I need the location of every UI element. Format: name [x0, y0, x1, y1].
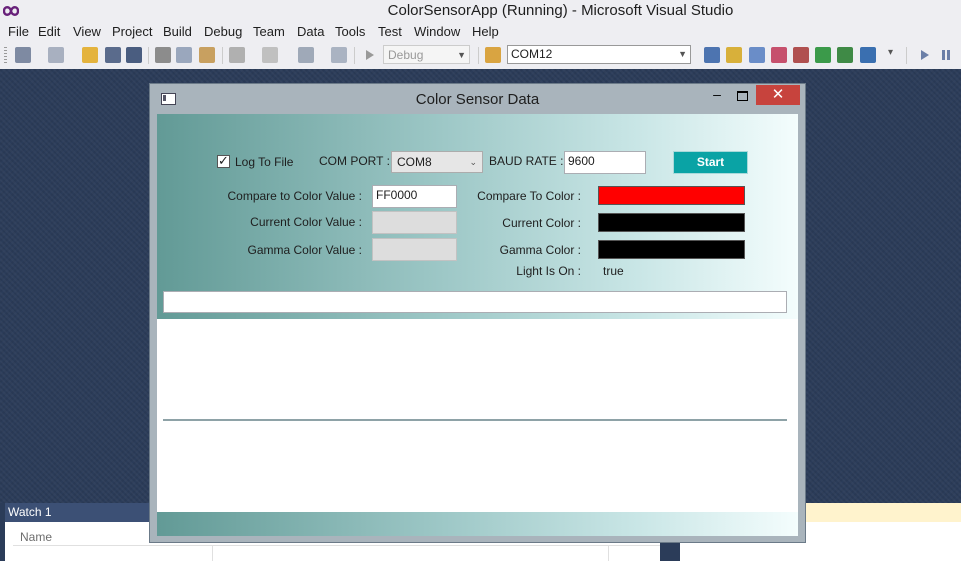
gamma-color-value-input[interactable] [372, 238, 457, 261]
start-button[interactable]: Start [673, 151, 748, 174]
toolbar-separator [906, 47, 907, 64]
app-title-bar[interactable]: Color Sensor Data – ✕ [150, 84, 805, 113]
vs-title-bar: ColorSensorApp (Running) - Microsoft Vis… [0, 0, 961, 22]
toolbar-separator [354, 47, 355, 64]
properties-icon[interactable] [726, 47, 742, 63]
toolbar-overflow-icon[interactable]: ▾ [888, 47, 896, 63]
watch-column-name[interactable]: Name [20, 530, 52, 544]
baud-rate-input[interactable]: 9600 [564, 151, 646, 174]
gamma-color-label: Gamma Color : [499, 243, 581, 257]
cut-icon[interactable] [155, 47, 171, 63]
team-explorer-icon[interactable] [771, 47, 787, 63]
add-item-icon[interactable] [48, 47, 64, 63]
log-to-file-label[interactable]: Log To File [235, 155, 293, 169]
menu-help[interactable]: Help [472, 24, 499, 39]
light-is-on-label: Light Is On : [516, 264, 581, 278]
color-sensor-window: Color Sensor Data – ✕ Log To File COM PO… [149, 83, 806, 543]
current-color-value-input[interactable] [372, 211, 457, 234]
menu-debug[interactable]: Debug [204, 24, 242, 39]
app-client-area: Log To File COM PORT : COM8 ⌄ BAUD RATE … [157, 114, 798, 536]
maximize-icon [737, 91, 748, 101]
navigate-back-icon[interactable] [298, 47, 314, 63]
copy-icon[interactable] [176, 47, 192, 63]
save-icon[interactable] [105, 47, 121, 63]
solution-configuration-value: Debug [388, 48, 424, 62]
com-port-label: COM PORT : [319, 154, 390, 168]
chevron-down-icon: ▼ [678, 49, 687, 59]
baud-rate-label: BAUD RATE : [489, 154, 564, 168]
current-color-label: Current Color : [502, 216, 581, 230]
com-port-value: COM8 [397, 155, 432, 169]
menu-tools[interactable]: Tools [335, 24, 365, 39]
compare-color-value-label: Compare to Color Value : [227, 189, 362, 203]
compare-to-color-swatch [598, 186, 745, 205]
chevron-down-icon: ⌄ [469, 157, 477, 167]
menu-data[interactable]: Data [297, 24, 324, 39]
solution-explorer-icon[interactable] [704, 47, 720, 63]
menu-window[interactable]: Window [414, 24, 460, 39]
paste-icon[interactable] [199, 47, 215, 63]
class-view-icon[interactable] [837, 47, 853, 63]
start-icon[interactable] [362, 47, 378, 63]
toolbar-separator [478, 47, 479, 64]
status-line-input[interactable] [163, 291, 787, 313]
solution-configuration-dropdown[interactable]: Debug ▼ [383, 45, 470, 64]
menu-build[interactable]: Build [163, 24, 192, 39]
navigate-forward-icon[interactable] [331, 47, 347, 63]
vs-window-title: ColorSensorApp (Running) - Microsoft Vis… [387, 2, 734, 19]
compare-color-value-input[interactable]: FF0000 [372, 185, 457, 208]
minimize-button[interactable]: – [705, 86, 729, 106]
compare-to-color-label: Compare To Color : [477, 189, 581, 203]
current-color-swatch [598, 213, 745, 232]
light-is-on-value: true [603, 264, 624, 278]
panel-header-highlight [804, 503, 961, 522]
gamma-color-swatch [598, 240, 745, 259]
redo-icon[interactable] [262, 47, 278, 63]
watch-column-divider [212, 545, 213, 561]
splitter[interactable] [163, 419, 787, 421]
vs-toolbar: ▾ [0, 42, 961, 70]
import-icon[interactable] [815, 47, 831, 63]
menu-team[interactable]: Team [253, 24, 285, 39]
vs-menu-bar: File Edit View Project Build Debug Team … [0, 22, 961, 42]
undo-icon[interactable] [229, 47, 245, 63]
footer-panel [157, 512, 798, 536]
gamma-color-value-label: Gamma Color Value : [247, 243, 363, 257]
log-to-file-checkbox[interactable] [217, 153, 230, 169]
toolbar-separator [222, 47, 223, 64]
toolbox-icon[interactable] [749, 47, 765, 63]
menu-test[interactable]: Test [378, 24, 402, 39]
open-file-icon[interactable] [82, 47, 98, 63]
menu-view[interactable]: View [73, 24, 101, 39]
tools-icon[interactable] [793, 47, 809, 63]
watch-panel-title[interactable]: Watch 1 [5, 503, 158, 522]
menu-project[interactable]: Project [112, 24, 152, 39]
com-port-dropdown[interactable]: COM8 ⌄ [391, 151, 483, 173]
new-project-icon[interactable] [15, 47, 31, 63]
menu-edit[interactable]: Edit [38, 24, 60, 39]
find-in-files-icon[interactable] [485, 47, 501, 63]
com-port-toolbar-value: COM12 [511, 47, 553, 61]
save-all-icon[interactable] [126, 47, 142, 63]
menu-file[interactable]: File [8, 24, 29, 39]
current-color-value-label: Current Color Value : [250, 215, 362, 229]
continue-icon[interactable] [917, 47, 933, 63]
maximize-button[interactable] [730, 86, 754, 106]
com-port-toolbar-dropdown[interactable]: COM12 ▼ [507, 45, 691, 64]
close-button[interactable]: ✕ [756, 85, 800, 105]
toolbar-separator [148, 47, 149, 64]
toolbar-grip[interactable] [4, 47, 7, 64]
watch-column-divider [608, 545, 609, 561]
pause-icon[interactable] [938, 47, 954, 63]
watch-row-divider [13, 545, 660, 546]
command-window-icon[interactable] [860, 47, 876, 63]
chevron-down-icon: ▼ [457, 50, 466, 60]
